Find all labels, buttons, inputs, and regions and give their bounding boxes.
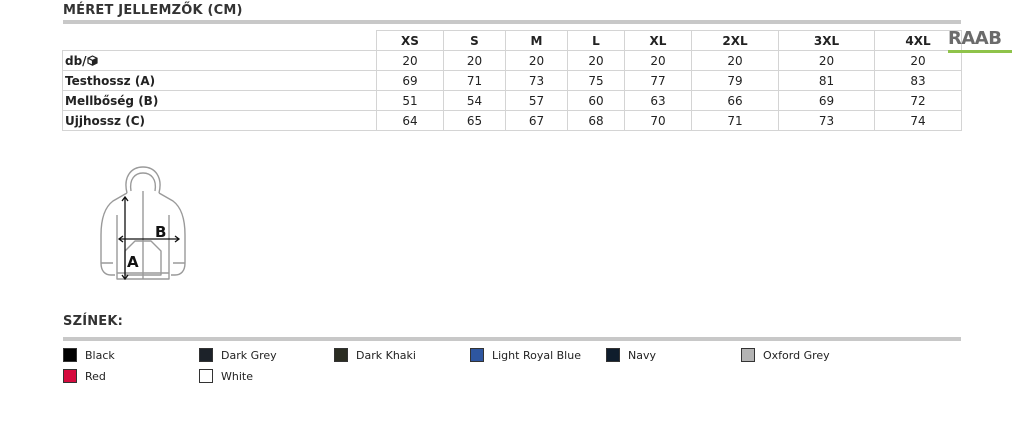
size-header: 2XL <box>691 30 779 51</box>
row-label-sleeve-length: Ujjhossz (C) <box>62 110 377 131</box>
row-label-body-length: Testhossz (A) <box>62 70 377 91</box>
table-cell: 81 <box>778 70 875 91</box>
colors-title: SZÍNEK: <box>63 314 124 329</box>
color-item-dark-grey: Dark Grey <box>199 347 277 363</box>
table-cell: 70 <box>624 110 692 131</box>
color-swatch <box>606 348 620 362</box>
logo-wordmark: RAAB <box>948 28 1002 49</box>
color-name: Red <box>85 369 106 383</box>
color-swatch <box>334 348 348 362</box>
size-header: 3XL <box>778 30 875 51</box>
table-cell: 54 <box>443 90 506 111</box>
colors-divider <box>63 337 961 341</box>
color-item-oxford-grey: Oxford Grey <box>741 347 830 363</box>
color-swatch <box>63 369 77 383</box>
label-a: A <box>127 253 139 271</box>
table-cell: 63 <box>624 90 692 111</box>
table-cell: 69 <box>778 90 875 111</box>
table-cell: 74 <box>874 110 962 131</box>
size-header: M <box>505 30 568 51</box>
color-item-dark-khaki: Dark Khaki <box>334 347 416 363</box>
table-cell: 73 <box>778 110 875 131</box>
table-cell: 71 <box>691 110 779 131</box>
color-item-red: Red <box>63 368 106 384</box>
row-label-text: db/ <box>65 53 87 68</box>
color-name: Oxford Grey <box>763 348 830 362</box>
color-item-navy: Navy <box>606 347 656 363</box>
size-header: XS <box>376 30 444 51</box>
brand-logo: RAAB <box>948 30 1014 56</box>
table-cell: 71 <box>443 70 506 91</box>
table-cell: 66 <box>691 90 779 111</box>
table-cell: 20 <box>567 50 625 71</box>
header-corner <box>62 30 377 51</box>
table-cell: 20 <box>691 50 779 71</box>
color-name: Dark Grey <box>221 348 277 362</box>
size-chart-title: MÉRET JELLEMZŐK (CM) <box>63 3 243 18</box>
color-item-black: Black <box>63 347 115 363</box>
row-label-chest-width: Mellbőség (B) <box>62 90 377 111</box>
table-cell: 77 <box>624 70 692 91</box>
label-b: B <box>155 223 166 241</box>
table-cell: 83 <box>874 70 962 91</box>
table-cell: 20 <box>778 50 875 71</box>
table-cell: 20 <box>443 50 506 71</box>
table-row: db/ 20 20 20 20 20 20 20 20 <box>62 50 962 71</box>
table-cell: 65 <box>443 110 506 131</box>
table-cell: 67 <box>505 110 568 131</box>
color-swatch <box>741 348 755 362</box>
color-name: Black <box>85 348 115 362</box>
table-row: Ujjhossz (C) 64 65 67 68 70 71 73 74 <box>62 110 962 131</box>
size-header: XL <box>624 30 692 51</box>
color-item-light-royal-blue: Light Royal Blue <box>470 347 581 363</box>
title-divider <box>63 20 961 24</box>
box-icon <box>86 54 98 68</box>
table-row: Mellbőség (B) 51 54 57 60 63 66 69 72 <box>62 90 962 111</box>
table-header-row: XS S M L XL 2XL 3XL 4XL <box>62 30 962 51</box>
table-cell: 69 <box>376 70 444 91</box>
color-swatch <box>63 348 77 362</box>
color-swatch <box>199 348 213 362</box>
color-name: Navy <box>628 348 656 362</box>
color-swatch <box>470 348 484 362</box>
color-swatch <box>199 369 213 383</box>
hoodie-measurement-diagram: B A <box>95 163 191 289</box>
hoodie-outline <box>100 166 186 280</box>
table-cell: 60 <box>567 90 625 111</box>
size-header: S <box>443 30 506 51</box>
color-name: Dark Khaki <box>356 348 416 362</box>
table-cell: 64 <box>376 110 444 131</box>
color-item-white: White <box>199 368 253 384</box>
table-cell: 51 <box>376 90 444 111</box>
table-cell: 20 <box>624 50 692 71</box>
row-label-quantity: db/ <box>62 50 377 71</box>
table-cell: 20 <box>505 50 568 71</box>
color-name: Light Royal Blue <box>492 348 581 362</box>
table-cell: 73 <box>505 70 568 91</box>
table-cell: 20 <box>376 50 444 71</box>
logo-underline <box>948 50 1012 53</box>
table-cell: 79 <box>691 70 779 91</box>
table-row: Testhossz (A) 69 71 73 75 77 79 81 83 <box>62 70 962 91</box>
table-cell: 75 <box>567 70 625 91</box>
size-header: L <box>567 30 625 51</box>
color-name: White <box>221 369 253 383</box>
table-cell: 68 <box>567 110 625 131</box>
size-table: XS S M L XL 2XL 3XL 4XL db/ 20 20 20 20 … <box>62 30 962 131</box>
table-cell: 72 <box>874 90 962 111</box>
table-cell: 57 <box>505 90 568 111</box>
